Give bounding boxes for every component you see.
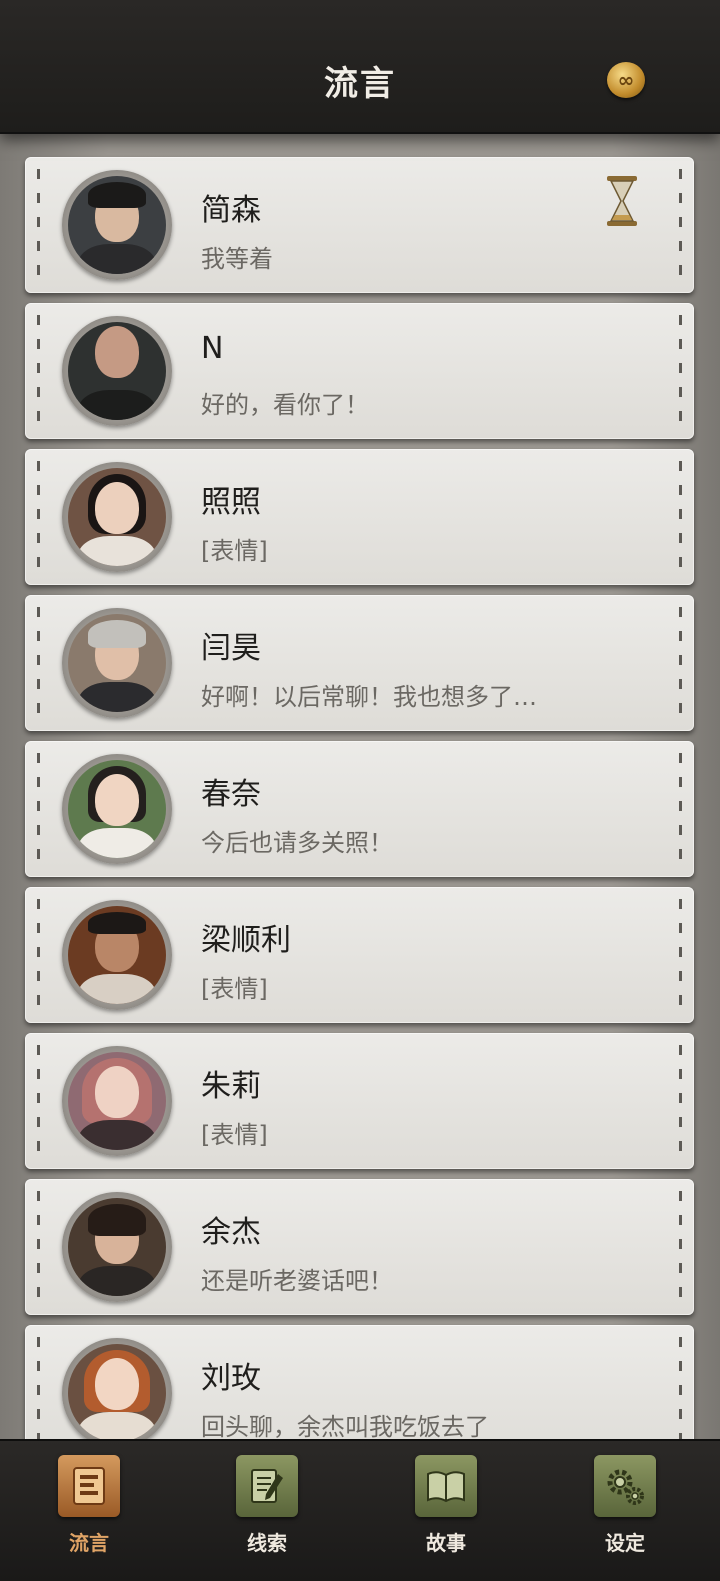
avatar [62,1338,172,1439]
conversation-item[interactable]: 简森 我等着 [25,157,694,293]
coin-symbol: ∞ [617,68,635,92]
conversation-item[interactable]: 梁顺利 [表情] [25,887,694,1023]
contact-name: 照照 [201,485,261,520]
avatar [62,170,172,280]
last-message: [表情] [201,975,268,1003]
nav-tab-clues[interactable]: 线索 [207,1455,327,1565]
last-message: [表情] [201,1121,268,1149]
avatar [62,608,172,718]
last-message: [表情] [201,537,268,565]
message-list-icon [58,1455,120,1517]
nav-label: 设定 [605,1531,645,1555]
conversation-list[interactable]: 简森 我等着 N 好的，看你了！ 照照 [表情] 闫昊 好啊！以后常聊！我也想多… [0,134,720,1439]
nav-tab-rumors[interactable]: 流言 [29,1455,149,1565]
nav-label: 线索 [247,1531,287,1555]
bottom-nav: 流言 线索 故事 设定 [0,1439,720,1581]
contact-name: 朱莉 [201,1069,261,1104]
contact-name: 春奈 [201,777,261,812]
conversation-item[interactable]: 朱莉 [表情] [25,1033,694,1169]
nav-tab-story[interactable]: 故事 [386,1455,506,1565]
conversation-item[interactable]: 刘玫 回头聊，余杰叫我吃饭去了 [25,1325,694,1439]
contact-name: 闫昊 [201,631,261,666]
conversation-item[interactable]: 闫昊 好啊！以后常聊！我也想多了… [25,595,694,731]
nav-label: 流言 [69,1531,109,1555]
conversation-item[interactable]: N 好的，看你了！ [25,303,694,439]
avatar [62,1046,172,1156]
last-message: 好啊！以后常聊！我也想多了… [201,683,537,711]
last-message: 我等着 [201,245,273,273]
last-message: 好的，看你了！ [201,391,369,419]
avatar [62,462,172,572]
avatar [62,900,172,1010]
conversation-item[interactable]: 春奈 今后也请多关照！ [25,741,694,877]
avatar [62,1192,172,1302]
last-message: 今后也请多关照！ [201,829,393,857]
hourglass-icon [607,176,637,226]
conversation-item[interactable]: 照照 [表情] [25,449,694,585]
contact-name: 梁顺利 [201,923,291,958]
contact-name: 简森 [201,193,261,228]
contact-name: 刘玫 [201,1361,261,1396]
nav-tab-settings[interactable]: 设定 [565,1455,685,1565]
avatar [62,754,172,864]
nav-label: 故事 [426,1531,466,1555]
last-message: 回头聊，余杰叫我吃饭去了 [201,1413,489,1439]
coin-icon[interactable]: ∞ [607,62,645,98]
avatar [62,316,172,426]
header-bar: 流言 ∞ [0,0,720,134]
contact-name: 余杰 [201,1215,261,1250]
conversation-item[interactable]: 余杰 还是听老婆话吧！ [25,1179,694,1315]
last-message: 还是听老婆话吧！ [201,1267,393,1295]
gear-icon [594,1455,656,1517]
contact-name: N [201,331,224,366]
notepad-icon [236,1455,298,1517]
book-icon [415,1455,477,1517]
